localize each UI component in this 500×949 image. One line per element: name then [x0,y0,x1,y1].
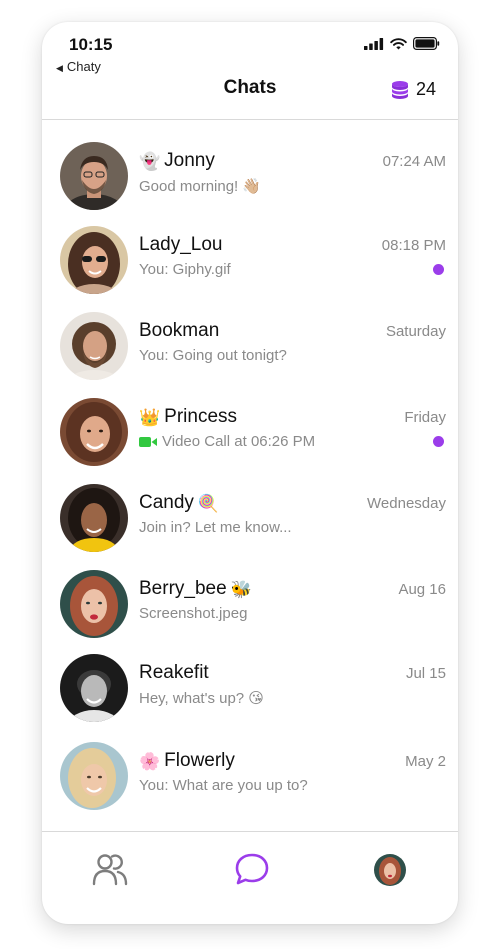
avatar [60,142,128,210]
chat-name: Bookman [139,320,220,341]
chat-preview: Join in? Let me know... [139,519,292,536]
cellular-signal-icon [364,37,384,50]
profile-avatar [374,854,406,886]
chat-row-candy[interactable]: Candy 🍭 Wednesday Join in? Let me know..… [42,484,458,564]
wifi-icon [390,37,407,49]
chat-name: Lady_Lou [139,234,223,255]
chat-time: Saturday [385,323,446,340]
chat-preview: You: What are you up to? [139,777,308,794]
status-icons [364,37,440,50]
unread-indicator [433,436,444,447]
chat-name: Candy [139,492,194,513]
avatar [60,312,128,380]
chat-name-line: 👻 Jonny [139,150,215,172]
chat-time: Aug 16 [398,581,446,598]
chat-name: Flowerly [164,750,235,771]
chat-row-jonny[interactable]: 👻 Jonny 07:24 AM Good morning! 👋🏼 [42,142,458,222]
video-camera-icon [139,436,157,447]
chat-time: 07:24 AM [382,153,446,170]
chat-preview: You: Going out tonigt? [139,347,287,364]
avatar [60,484,128,552]
chat-name-line: Berry_bee 🐝 [139,578,252,600]
chat-time: May 2 [405,753,446,770]
chat-preview-line: Screenshot.jpeg [139,605,247,622]
crown-emoji: 👑 [139,407,161,427]
unread-indicator [433,264,444,275]
back-arrow-icon: ◀ [56,63,63,73]
chat-preview-line: You: What are you up to? [139,777,308,794]
chat-time: Wednesday [367,495,446,512]
chat-preview-line: Join in? Let me know... [139,519,292,536]
phone-frame: 10:15 ◀ Chaty Chats 24 👻 Jonny 07:24 AM … [42,22,458,924]
bee-emoji: 🐝 [230,579,252,599]
header-divider [42,119,458,120]
chat-preview: You: Giphy.gif [139,261,231,278]
tab-profile-avatar[interactable] [374,854,406,886]
chat-name: Reakefit [139,662,209,683]
tab-chats[interactable] [234,852,270,891]
tab-friends[interactable] [92,852,128,891]
avatar [60,742,128,810]
nav-header: Chats 24 [42,74,458,120]
avatar [60,654,128,722]
chat-name-line: Lady_Lou [139,234,222,256]
chat-name-line: 🌸 Flowerly [139,750,235,772]
coin-count: 24 [415,79,436,99]
tab-bar [42,832,458,924]
coins-stack-icon [391,80,408,99]
chat-name-line: Candy 🍭 [139,492,219,514]
avatar [60,398,128,466]
chat-name-line: Bookman [139,320,219,342]
chat-name: Jonny [164,150,215,171]
chat-preview: Screenshot.jpeg [139,605,248,622]
chat-row-berry-bee[interactable]: Berry_bee 🐝 Aug 16 Screenshot.jpeg [42,570,458,650]
status-bar: 10:15 ◀ Chaty [42,22,458,74]
chat-name: Berry_bee [139,578,227,599]
back-to-app-link[interactable]: ◀ Chaty [56,59,101,74]
chat-name: Princess [164,406,238,427]
chat-row-flowerly[interactable]: 🌸 Flowerly May 2 You: What are you up to… [42,742,458,822]
chat-time: Friday [404,409,446,426]
chat-preview-line: You: Going out tonigt? [139,347,287,364]
avatar [60,226,128,294]
friends-icon [92,854,128,886]
chat-preview-line: Good morning! 👋🏼 [139,177,261,195]
chat-name-line: 👑 Princess [139,406,237,428]
chat-preview-line: Hey, what's up? 😘 [139,689,264,707]
chat-preview: Good morning! 👋🏼 [139,178,262,195]
back-label: Chaty [66,59,101,74]
coin-balance-button[interactable]: 24 [390,79,436,100]
chat-preview-line: You: Giphy.gif [139,261,231,278]
chat-row-bookman[interactable]: Bookman Saturday You: Going out tonigt? [42,312,458,392]
avatar [60,570,128,638]
lollipop-emoji: 🍭 [197,493,220,513]
battery-icon [413,37,440,50]
chat-bubble-icon [235,853,269,885]
chat-row-princess[interactable]: 👑 Princess Friday Video Call at 06:26 PM [42,398,458,478]
chat-preview-line: Video Call at 06:26 PM [139,433,315,450]
chat-preview: Hey, what's up? 😘 [139,690,264,707]
ghost-emoji: 👻 [139,151,161,171]
chat-time: 08:18 PM [381,237,446,254]
status-time: 10:15 [69,35,113,54]
flower-emoji: 🌸 [139,751,161,771]
chat-row-reakefit[interactable]: Reakefit Jul 15 Hey, what's up? 😘 [42,654,458,734]
chat-preview: Video Call at 06:26 PM [162,433,316,450]
chat-row-lady-lou[interactable]: Lady_Lou 08:18 PM You: Giphy.gif [42,226,458,306]
chat-name-line: Reakefit [139,662,209,684]
chat-time: Jul 15 [405,665,446,682]
